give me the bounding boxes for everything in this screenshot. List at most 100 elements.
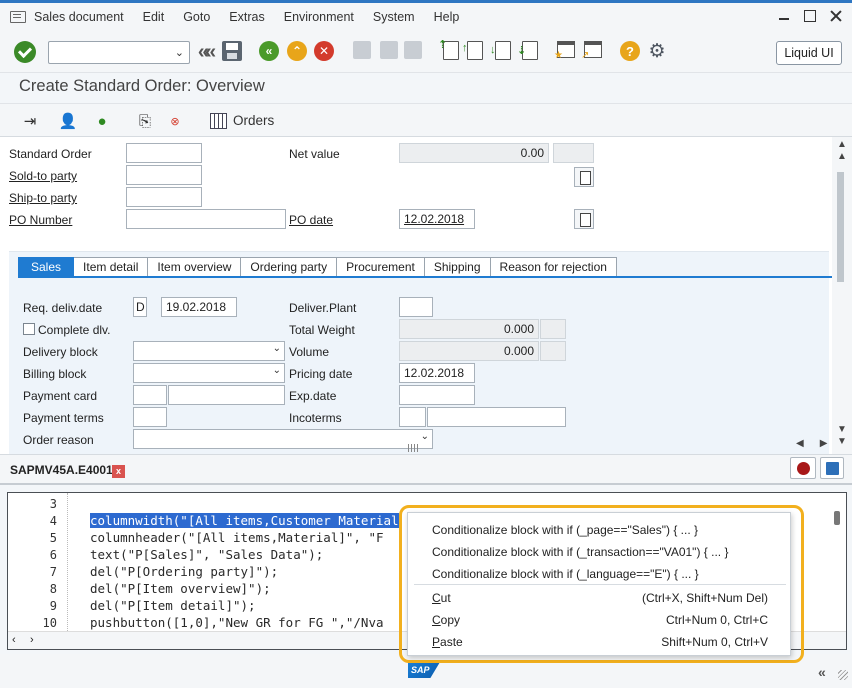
scroll-left-icon[interactable]: ◀ [796, 438, 804, 449]
po-number-field[interactable] [126, 209, 286, 229]
splitter-grip[interactable] [408, 444, 418, 452]
menu-item-conditionalize-page[interactable]: Conditionalize block with if (_page=="Sa… [432, 523, 698, 537]
po-detail-icon[interactable] [574, 209, 594, 229]
menu-item-paste[interactable]: Paste [432, 635, 463, 649]
document-flow-icon[interactable]: ⎘ [135, 111, 155, 131]
close-icon[interactable] [830, 10, 842, 22]
document-icon[interactable] [574, 167, 594, 187]
tab-item-detail[interactable]: Item detail [74, 257, 149, 277]
menu-icon[interactable] [10, 11, 26, 23]
orders-icon[interactable] [210, 113, 227, 129]
vertical-scrollbar[interactable]: ▲ ▲ ▼ ▼ [832, 137, 852, 454]
menu-item-conditionalize-language[interactable]: Conditionalize block with if (_language=… [432, 567, 699, 581]
double-chevron-left-icon[interactable]: «« [196, 41, 216, 63]
tab-sales[interactable]: Sales [18, 257, 75, 277]
help-icon[interactable]: ? [620, 41, 640, 61]
enter-check-icon[interactable] [14, 41, 36, 63]
order-reason-select[interactable]: ⌄ [133, 429, 433, 449]
find-next-icon[interactable] [404, 41, 422, 59]
tab-item-overview[interactable]: Item overview [148, 257, 242, 277]
scroll-down-icon[interactable]: ▼ [837, 424, 847, 435]
delete-partner-icon[interactable]: ⊗ [165, 111, 185, 131]
code-line[interactable]: del("P[Item detail]"); [90, 598, 256, 613]
scroll-up-icon[interactable]: ▲ [837, 139, 847, 150]
print-icon[interactable] [353, 41, 371, 59]
menu-sales-document[interactable]: Sales document [34, 10, 124, 24]
scroll-down-icon[interactable]: ▼ [837, 436, 847, 447]
menu-item-conditionalize-transaction[interactable]: Conditionalize block with if (_transacti… [432, 545, 728, 559]
menu-edit[interactable]: Edit [143, 10, 165, 24]
menu-extras[interactable]: Extras [229, 10, 264, 24]
partner-icon[interactable]: 👤 [58, 111, 78, 131]
exp-date-field[interactable] [399, 385, 475, 405]
previous-page-icon[interactable]: ↑ [462, 41, 483, 60]
delivery-block-select[interactable]: ⌄ [133, 341, 285, 361]
tab-reason-for-rejection[interactable]: Reason for rejection [490, 257, 617, 277]
orders-button[interactable]: Orders [233, 113, 274, 128]
record-icon[interactable] [790, 457, 816, 479]
next-page-icon[interactable]: ↓ [490, 41, 511, 60]
shortcut-icon[interactable]: ↗ [581, 41, 602, 61]
ship-to-party-field[interactable] [126, 187, 202, 207]
close-tab-icon[interactable]: x [112, 465, 125, 478]
incoterms-location-field[interactable] [427, 407, 566, 427]
user-icon[interactable]: ● [92, 111, 112, 131]
first-page-icon[interactable]: ⇡ [438, 39, 459, 60]
po-date-label[interactable]: PO date [289, 213, 333, 227]
resize-grip[interactable] [838, 670, 848, 680]
login-icon[interactable]: ⇥ [20, 111, 40, 131]
menu-goto[interactable]: Goto [183, 10, 210, 24]
payment-terms-field[interactable] [133, 407, 167, 427]
menu-item-cut[interactable]: Cut [432, 591, 451, 605]
sold-to-party-field[interactable] [126, 165, 202, 185]
code-line[interactable]: columnheader("[All items,Material]", "F [90, 530, 384, 545]
payment-card-type-field[interactable] [133, 385, 167, 405]
incoterms-field[interactable] [399, 407, 426, 427]
cancel-icon[interactable]: ✕ [314, 41, 334, 61]
menu-environment[interactable]: Environment [284, 10, 354, 24]
menu-system[interactable]: System [373, 10, 415, 24]
menu-item-copy[interactable]: Copy [432, 613, 460, 627]
code-line[interactable]: pushbutton([1,0],"New GR for FG ","/Nva [90, 615, 384, 630]
editor-save-icon[interactable] [820, 457, 844, 479]
standard-order-field[interactable] [126, 143, 202, 163]
chevron-down-icon[interactable]: ⌄ [273, 365, 281, 376]
new-session-icon[interactable]: ★ [554, 41, 575, 61]
double-chevron-left-icon[interactable]: « [818, 664, 826, 680]
menu-help[interactable]: Help [434, 10, 460, 24]
find-icon[interactable] [380, 41, 398, 59]
po-date-field[interactable]: 12.02.2018 [399, 209, 475, 229]
minimize-icon[interactable] [778, 10, 790, 22]
chevron-down-icon[interactable]: ⌄ [421, 431, 429, 442]
code-line[interactable]: del("P[Ordering party]"); [90, 564, 278, 579]
tab-ordering-party[interactable]: Ordering party [241, 257, 338, 277]
save-icon[interactable] [222, 41, 242, 61]
exit-icon[interactable]: ⌃ [287, 41, 307, 61]
command-field[interactable]: ⌄ [48, 41, 190, 64]
code-line-selected[interactable]: columnwidth("[All items,Customer Materia… [90, 513, 399, 528]
chevron-down-icon[interactable]: ⌄ [273, 343, 281, 354]
req-deliv-date-type-field[interactable]: D [133, 297, 147, 317]
chevron-down-icon[interactable]: ⌄ [175, 46, 184, 59]
ship-to-party-label[interactable]: Ship-to party [9, 191, 77, 205]
po-number-label[interactable]: PO Number [9, 213, 72, 227]
scroll-right-icon[interactable]: › [30, 634, 34, 646]
scroll-left-icon[interactable]: ‹ [12, 634, 16, 646]
maximize-icon[interactable] [804, 10, 816, 22]
editor-tab-title[interactable]: SAPMV45A.E4001 [10, 463, 113, 477]
pricing-date-field[interactable]: 12.02.2018 [399, 363, 475, 383]
tab-procurement[interactable]: Procurement [337, 257, 425, 277]
gear-icon[interactable]: ⚙ [647, 41, 667, 62]
back-icon[interactable]: « [259, 41, 279, 61]
complete-dlv-checkbox[interactable] [23, 323, 35, 335]
billing-block-select[interactable]: ⌄ [133, 363, 285, 383]
scroll-up-icon[interactable]: ▲ [837, 151, 847, 162]
code-line[interactable]: del("P[Item overview]"); [90, 581, 271, 596]
liquid-ui-button[interactable]: Liquid UI [776, 41, 842, 65]
tab-shipping[interactable]: Shipping [424, 257, 491, 277]
deliver-plant-field[interactable] [399, 297, 433, 317]
req-deliv-date-field[interactable]: 19.02.2018 [161, 297, 237, 317]
code-line[interactable]: text("P[Sales]", "Sales Data"); [90, 547, 323, 562]
scroll-right-icon[interactable]: ▶ [820, 438, 828, 449]
sold-to-party-label[interactable]: Sold-to party [9, 169, 77, 183]
